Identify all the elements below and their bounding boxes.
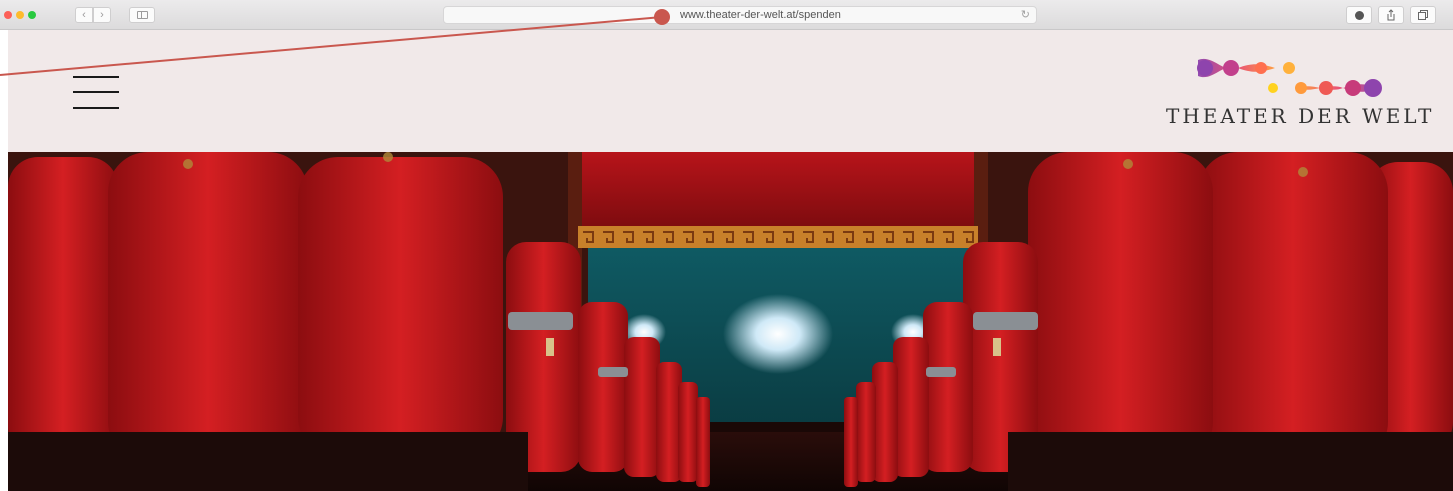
logo-mark-icon	[1197, 58, 1382, 97]
site-header: THEATER DER WELT	[8, 30, 1453, 152]
sidebar-toggle-button[interactable]	[129, 7, 155, 23]
maximize-window-button[interactable]	[28, 11, 36, 19]
hero-image	[8, 152, 1453, 491]
sidebar-icon	[137, 11, 148, 19]
page-viewport: THEATER DER WELT	[8, 30, 1453, 491]
chevron-right-icon: ›	[100, 9, 104, 21]
download-icon	[1354, 11, 1364, 20]
logo-text: THEATER DER WELT	[1166, 104, 1435, 128]
share-button[interactable]	[1378, 6, 1404, 24]
forward-button[interactable]: ›	[93, 7, 111, 23]
hamburger-icon[interactable]	[73, 76, 119, 110]
tabs-icon	[1418, 10, 1428, 20]
close-window-button[interactable]	[4, 11, 12, 19]
downloads-button[interactable]	[1346, 6, 1372, 24]
minimize-window-button[interactable]	[16, 11, 24, 19]
share-icon	[1387, 9, 1395, 21]
browser-toolbar: ‹ › www.theater-der-welt.at/spenden ↻	[0, 0, 1453, 30]
address-bar[interactable]: www.theater-der-welt.at/spenden ↻	[443, 6, 1037, 24]
back-button[interactable]: ‹	[75, 7, 93, 23]
tabs-overview-button[interactable]	[1410, 6, 1436, 24]
theater-seats-image	[8, 152, 1453, 491]
chevron-left-icon: ‹	[82, 9, 86, 21]
reload-icon[interactable]: ↻	[1021, 8, 1030, 21]
url-text: www.theater-der-welt.at/spenden	[680, 9, 841, 21]
site-logo[interactable]: THEATER DER WELT	[1163, 48, 1431, 134]
